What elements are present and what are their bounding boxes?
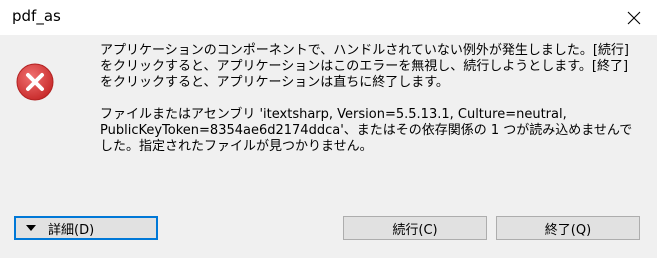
title-bar: pdf_as [0, 0, 657, 35]
button-bar: 詳細(D) 続行(C) 終了(Q) [0, 202, 657, 258]
close-icon [627, 11, 641, 24]
triangle-down-icon [26, 225, 36, 231]
error-message: アプリケーションのコンポーネントで、ハンドルされていない例外が発生しました。[続… [100, 43, 640, 155]
details-button-label: 詳細(D) [48, 222, 95, 238]
message-paragraph-1: アプリケーションのコンポーネントで、ハンドルされていない例外が発生しました。[続… [100, 43, 629, 90]
message-panel: アプリケーションのコンポーネントで、ハンドルされていない例外が発生しました。[続… [0, 35, 657, 202]
quit-button[interactable]: 終了(Q) [496, 216, 640, 240]
close-button[interactable] [611, 0, 657, 35]
error-icon [16, 63, 54, 101]
continue-button-label: 続行(C) [392, 222, 438, 238]
message-paragraph-2: ファイルまたはアセンブリ 'itextsharp, Version=5.5.13… [100, 107, 633, 154]
details-button[interactable]: 詳細(D) [14, 216, 158, 240]
continue-button[interactable]: 続行(C) [343, 216, 487, 240]
window-title: pdf_as [12, 7, 61, 25]
quit-button-label: 終了(Q) [544, 222, 592, 238]
